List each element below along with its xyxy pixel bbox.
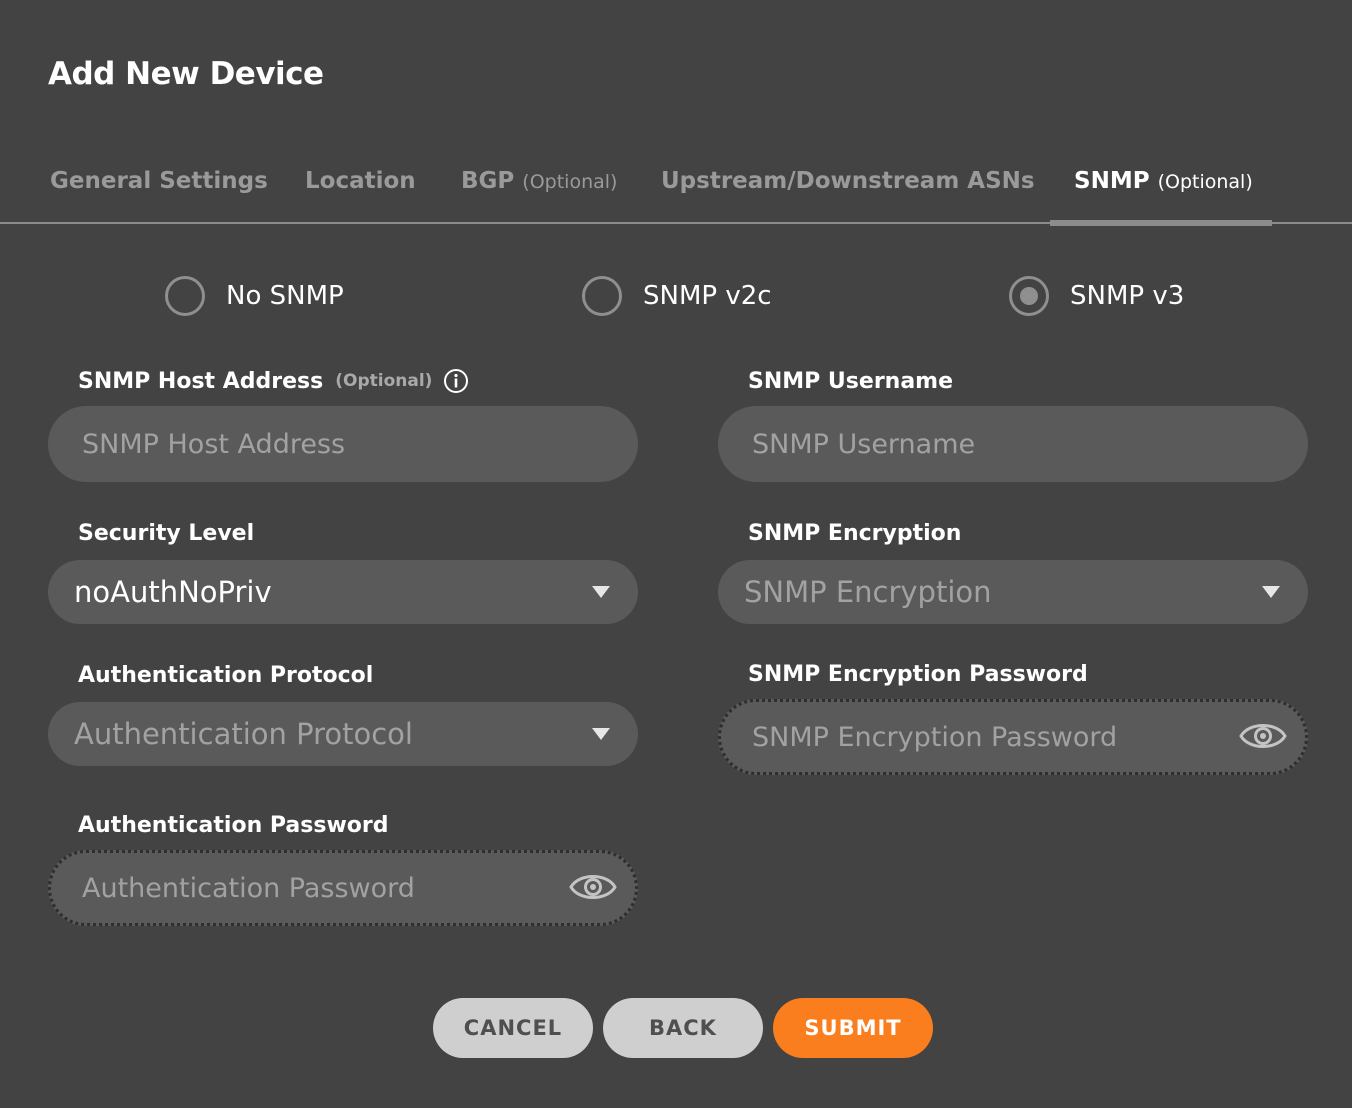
tab-upstream-downstream-asns[interactable]: Upstream/Downstream ASNs [661, 168, 1035, 224]
select-value: noAuthNoPriv [74, 575, 272, 609]
eye-icon[interactable] [569, 867, 617, 907]
snmp-username-input[interactable] [718, 406, 1308, 482]
optional-tag: (Optional) [335, 371, 433, 391]
tab-label: General Settings [50, 168, 268, 194]
active-tab-indicator [1050, 220, 1272, 226]
host-address-label: SNMP Host Address (Optional) [78, 366, 469, 396]
tab-optional-tag: (Optional) [1157, 171, 1253, 193]
tab-bar: General Settings Location BGP (Optional)… [0, 150, 1352, 224]
radio-label: SNMP v2c [643, 281, 772, 311]
radio-snmp-v3[interactable]: SNMP v3 [1009, 275, 1184, 317]
security-level-select[interactable]: noAuthNoPriv [48, 560, 638, 624]
caret-down-icon [592, 728, 610, 740]
radio-unchecked-icon [165, 276, 205, 316]
label-text: SNMP Host Address [78, 368, 324, 394]
cancel-button[interactable]: CANCEL [433, 998, 593, 1058]
radio-label: SNMP v3 [1070, 281, 1185, 311]
tab-location[interactable]: Location [305, 168, 416, 224]
encryption-label: SNMP Encryption [748, 518, 961, 548]
auth-password-input[interactable] [51, 853, 635, 923]
radio-no-snmp[interactable]: No SNMP [165, 275, 344, 317]
radio-snmp-v2c[interactable]: SNMP v2c [582, 275, 772, 317]
encryption-password-label: SNMP Encryption Password [748, 659, 1088, 689]
back-button[interactable]: BACK [603, 998, 763, 1058]
username-label: SNMP Username [748, 366, 953, 396]
label-text: SNMP Encryption [748, 520, 962, 546]
snmp-host-address-input[interactable] [48, 406, 638, 482]
tab-label: Location [305, 168, 416, 194]
tab-label: BGP [461, 168, 515, 194]
tab-label: SNMP [1074, 168, 1150, 194]
page-title: Add New Device [48, 56, 324, 92]
radio-label: No SNMP [226, 281, 344, 311]
tab-snmp[interactable]: SNMP (Optional) [1074, 168, 1253, 224]
encryption-password-input[interactable] [721, 702, 1305, 772]
label-text: Security Level [78, 520, 255, 546]
encryption-password-field [718, 699, 1308, 775]
tab-general-settings[interactable]: General Settings [50, 168, 268, 224]
select-placeholder: SNMP Encryption [744, 575, 992, 609]
tab-optional-tag: (Optional) [522, 171, 618, 193]
auth-password-label: Authentication Password [78, 810, 389, 840]
auth-protocol-select[interactable]: Authentication Protocol [48, 702, 638, 766]
auth-protocol-label: Authentication Protocol [78, 660, 373, 690]
tab-bgp[interactable]: BGP (Optional) [461, 168, 617, 224]
security-level-label: Security Level [78, 518, 254, 548]
caret-down-icon [592, 586, 610, 598]
radio-unchecked-icon [582, 276, 622, 316]
label-text: SNMP Username [748, 368, 954, 394]
radio-checked-icon [1009, 276, 1049, 316]
label-text: Authentication Protocol [78, 662, 374, 688]
label-text: Authentication Password [78, 812, 389, 838]
caret-down-icon [1262, 586, 1280, 598]
submit-button[interactable]: SUBMIT [773, 998, 933, 1058]
info-icon[interactable] [443, 368, 469, 394]
select-placeholder: Authentication Protocol [74, 717, 413, 751]
snmp-mode-radio-group: No SNMP SNMP v2c SNMP v3 [0, 275, 1352, 317]
eye-icon[interactable] [1239, 716, 1287, 756]
label-text: SNMP Encryption Password [748, 661, 1088, 687]
tab-label: Upstream/Downstream ASNs [661, 168, 1035, 194]
snmp-encryption-select[interactable]: SNMP Encryption [718, 560, 1308, 624]
auth-password-field [48, 850, 638, 926]
